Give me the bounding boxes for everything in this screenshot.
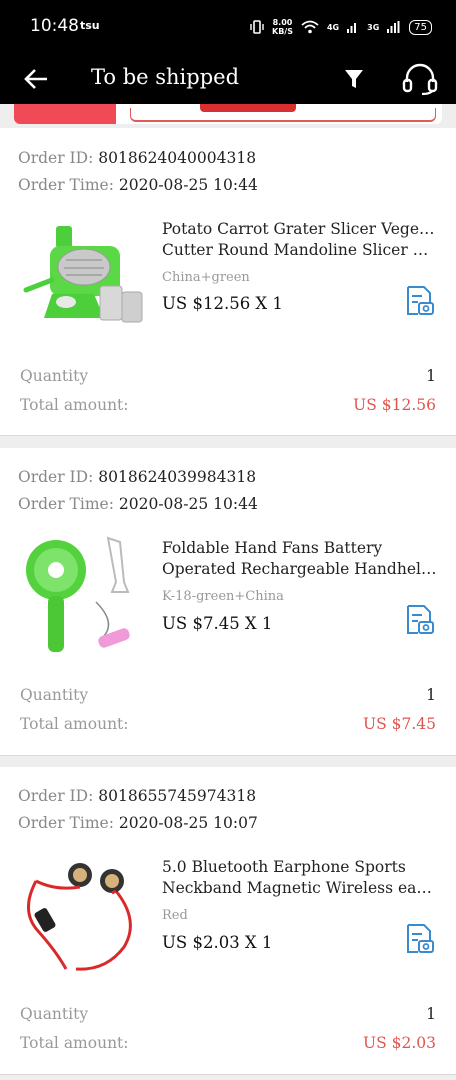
speed-unit: KB/S bbox=[272, 27, 293, 36]
red-earphone-image[interactable] bbox=[16, 851, 146, 981]
tab-red-button[interactable] bbox=[14, 104, 116, 124]
order-time-row: Order Time: 2020-08-25 10:44 bbox=[18, 176, 258, 194]
product-name-line1: 5.0 Bluetooth Earphone Sports bbox=[162, 858, 406, 876]
total-label: Total amount: bbox=[20, 1034, 129, 1052]
product-price: US $7.45 X 1 bbox=[162, 614, 273, 633]
order-id-label: Order ID: bbox=[18, 468, 94, 486]
total-value: US $7.45 bbox=[363, 715, 436, 733]
speed-value: 8.00 bbox=[272, 18, 293, 27]
quantity-label: Quantity bbox=[20, 367, 89, 385]
order-time-value: 2020-08-25 10:44 bbox=[118, 176, 258, 194]
product-name-line2: Cutter Round Mandoline Slicer Sta… bbox=[162, 241, 438, 259]
order-time-value: 2020-08-25 10:44 bbox=[118, 495, 258, 513]
order-id-row: Order ID: 8018655745974318 bbox=[18, 787, 256, 805]
green-grater-image[interactable] bbox=[16, 212, 146, 342]
product-variant: K-18-green+China bbox=[162, 589, 284, 604]
product-name-line1: Foldable Hand Fans Battery bbox=[162, 539, 383, 557]
vibrate-icon bbox=[250, 20, 264, 34]
order-id-value: 8018624039984318 bbox=[98, 468, 257, 486]
order-time-label: Order Time: bbox=[18, 495, 114, 513]
order-card[interactable]: Order ID: 8018624039984318 Order Time: 2… bbox=[0, 448, 456, 756]
product-name-line2: Operated Rechargeable Handheld … bbox=[162, 560, 438, 578]
status-bar: 10:48 tsu 8.00 KB/S 4G 3G 75 bbox=[0, 0, 456, 54]
order-id-label: Order ID: bbox=[18, 787, 94, 805]
total-row: Total amount: US $2.03 bbox=[20, 1034, 436, 1052]
order-time-label: Order Time: bbox=[18, 176, 114, 194]
quantity-row: Quantity 1 bbox=[20, 1005, 436, 1023]
product-variant: Red bbox=[162, 908, 188, 923]
quantity-row: Quantity 1 bbox=[20, 686, 436, 704]
quantity-row: Quantity 1 bbox=[20, 367, 436, 385]
invoice-search-icon[interactable] bbox=[404, 923, 436, 955]
signal-icon-2 bbox=[387, 21, 400, 33]
order-id-value: 8018624040004318 bbox=[98, 149, 257, 167]
order-time-label: Order Time: bbox=[18, 814, 114, 832]
back-arrow-icon[interactable] bbox=[22, 64, 52, 94]
quantity-label: Quantity bbox=[20, 686, 89, 704]
signal-icon-1 bbox=[347, 23, 357, 33]
total-row: Total amount: US $7.45 bbox=[20, 715, 436, 733]
green-fan-image[interactable] bbox=[16, 532, 146, 662]
status-indicators: 8.00 KB/S 4G 3G 75 bbox=[250, 14, 432, 40]
product-name-line2: Neckband Magnetic Wireless earph… bbox=[162, 879, 438, 897]
product-name[interactable]: Foldable Hand Fans Battery Operated Rech… bbox=[162, 538, 438, 580]
order-time-row: Order Time: 2020-08-25 10:07 bbox=[18, 814, 258, 832]
order-id-row: Order ID: 8018624039984318 bbox=[18, 468, 256, 486]
order-card[interactable]: Order ID: 8018655745974318 Order Time: 2… bbox=[0, 767, 456, 1075]
product-price: US $2.03 X 1 bbox=[162, 933, 273, 952]
app-bar: To be shipped bbox=[0, 54, 456, 104]
status-time: 10:48 bbox=[30, 16, 79, 36]
network-4g: 4G bbox=[326, 22, 340, 32]
order-time-value: 2020-08-25 10:07 bbox=[118, 814, 258, 832]
product-name[interactable]: 5.0 Bluetooth Earphone Sports Neckband M… bbox=[162, 857, 438, 899]
order-card[interactable]: Order ID: 8018624040004318 Order Time: 2… bbox=[0, 128, 456, 436]
total-value: US $12.56 bbox=[353, 396, 436, 414]
filter-icon[interactable] bbox=[341, 66, 367, 92]
product-name-line1: Potato Carrot Grater Slicer Vegetable bbox=[162, 220, 438, 238]
product-price: US $12.56 X 1 bbox=[162, 294, 283, 313]
order-id-row: Order ID: 8018624040004318 bbox=[18, 149, 256, 167]
order-time-row: Order Time: 2020-08-25 10:44 bbox=[18, 495, 258, 513]
total-label: Total amount: bbox=[20, 715, 129, 733]
network-speed: 8.00 KB/S bbox=[272, 18, 293, 36]
battery-icon: 75 bbox=[409, 19, 432, 35]
page-title: To be shipped bbox=[91, 65, 240, 89]
quantity-value: 1 bbox=[426, 686, 436, 704]
network-3g: 3G bbox=[367, 22, 380, 32]
quantity-value: 1 bbox=[426, 1005, 436, 1023]
total-label: Total amount: bbox=[20, 396, 129, 414]
headset-icon[interactable] bbox=[402, 62, 438, 96]
wifi-icon bbox=[301, 20, 319, 34]
tab-strip bbox=[0, 104, 456, 128]
invoice-search-icon[interactable] bbox=[404, 604, 436, 636]
total-row: Total amount: US $12.56 bbox=[20, 396, 436, 414]
total-value: US $2.03 bbox=[363, 1034, 436, 1052]
tab-outline-inner bbox=[200, 104, 296, 112]
invoice-search-icon[interactable] bbox=[404, 285, 436, 317]
product-name[interactable]: Potato Carrot Grater Slicer Vegetable Cu… bbox=[162, 219, 438, 261]
quantity-label: Quantity bbox=[20, 1005, 89, 1023]
order-id-value: 8018655745974318 bbox=[98, 787, 257, 805]
quantity-value: 1 bbox=[426, 367, 436, 385]
product-variant: China+green bbox=[162, 270, 250, 285]
order-id-label: Order ID: bbox=[18, 149, 94, 167]
carrier-icon: tsu bbox=[80, 19, 100, 32]
